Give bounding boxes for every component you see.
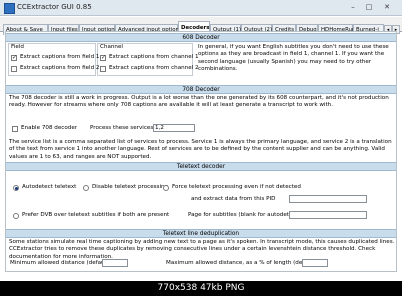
tab-bar: About & Save Input files Input options A…: [0, 17, 402, 35]
section-teletext-header: Teletext decoder: [6, 162, 396, 171]
enable-708-label: Enable 708 decoder: [21, 125, 78, 131]
decoders-panel: 608 Decoder Field Channel Extract captio…: [5, 31, 397, 272]
teletext-pid-input[interactable]: [289, 195, 367, 203]
disable-teletext-label: Disable teletext processing: [92, 184, 169, 190]
app-icon: [4, 3, 15, 14]
section-dedup-header: Teletext line deduplication: [6, 229, 396, 238]
window-title: CCExtractor GUI 0.85: [17, 3, 92, 11]
channel2-label: Extract captions from channel 2: [109, 65, 199, 71]
autodetect-teletext-radio[interactable]: [13, 185, 19, 191]
title-bar: CCExtractor GUI 0.85 – □ ✕: [0, 0, 402, 16]
min-distance-input[interactable]: [102, 259, 128, 267]
max-distance-input[interactable]: [302, 259, 328, 267]
708-help-text: The service list is a comma separated li…: [9, 139, 392, 160]
services-label: Process these services:: [90, 125, 156, 131]
prefer-dvb-label: Prefer DVB over teletext subtitles if bo…: [22, 212, 170, 218]
services-input[interactable]: 1,2: [153, 124, 195, 132]
channel1-label: Extract captions from channel 1: [109, 54, 199, 60]
enable-708-checkbox[interactable]: [12, 126, 18, 132]
section-608-header: 608 Decoder: [6, 33, 396, 42]
channel-header: Channel: [100, 44, 123, 50]
force-teletext-radio[interactable]: [163, 185, 169, 191]
subtitle-page-input[interactable]: [289, 211, 367, 219]
image-info-bar: 770x538 47kb PNG: [0, 281, 402, 296]
field1-label: Extract captions from field 1: [20, 54, 100, 60]
disable-teletext-radio[interactable]: [83, 185, 89, 191]
708-intro-text: The 708 decoder is still a work in progr…: [9, 95, 389, 109]
force-teletext-label: Force teletext processing even if not de…: [172, 184, 301, 190]
dedup-help-text: Some stations simulate real time caption…: [9, 239, 395, 260]
prefer-dvb-radio[interactable]: [13, 213, 19, 219]
autodetect-teletext-label: Autodetect teletext: [22, 184, 77, 190]
channel1-checkbox[interactable]: [100, 54, 106, 61]
608-help-text: In general, if you want English subtitle…: [198, 44, 389, 73]
channel2-checkbox[interactable]: [100, 66, 106, 72]
field2-label: Extract captions from field 2: [20, 65, 100, 71]
field2-checkbox[interactable]: [11, 66, 17, 72]
field1-checkbox[interactable]: [11, 54, 17, 61]
section-708-header: 708 Decoder: [6, 85, 396, 94]
extract-pid-label: and extract data from this PID: [191, 196, 276, 202]
maximize-button[interactable]: □: [362, 2, 376, 12]
close-button[interactable]: ✕: [380, 2, 394, 12]
minimize-button[interactable]: –: [346, 2, 360, 12]
field-header: Field: [11, 44, 24, 50]
subtitle-page-label: Page for subtitles (blank for autodetect…: [188, 212, 300, 218]
